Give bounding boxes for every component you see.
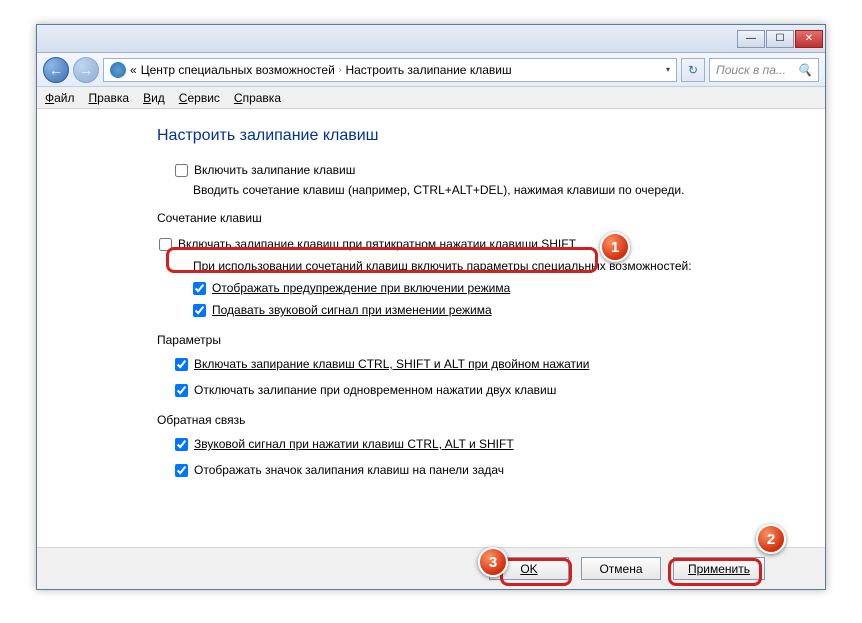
shift5-row: Включать залипание клавиш при пятикратно… xyxy=(157,233,797,255)
ok-label: OK xyxy=(520,562,537,576)
menu-tools[interactable]: Сервис xyxy=(179,91,220,105)
back-icon: ← xyxy=(49,62,63,78)
menubar: Файл Правка Вид Сервис Справка xyxy=(37,87,825,109)
section-feedback: Обратная связь xyxy=(157,413,797,427)
bc-current[interactable]: Настроить залипание клавиш xyxy=(345,63,511,77)
shortcut-hint: При использовании сочетаний клавиш включ… xyxy=(157,259,797,273)
refresh-button[interactable]: ↻ xyxy=(681,58,705,82)
sound-row: Подавать звуковой сигнал при изменении р… xyxy=(157,301,797,319)
chevron-down-icon[interactable]: ▾ xyxy=(666,65,670,74)
shift5-checkbox[interactable] xyxy=(159,238,172,251)
sound-label[interactable]: Подавать звуковой сигнал при изменении р… xyxy=(212,303,492,317)
warn-row: Отображать предупреждение при включении … xyxy=(157,279,797,297)
menu-help[interactable]: Справка xyxy=(234,91,281,105)
search-placeholder: Поиск в па... xyxy=(716,63,786,77)
tray-row: Отображать значок залипания клавиш на па… xyxy=(157,461,797,479)
minimize-icon: — xyxy=(746,33,756,44)
close-button[interactable]: ✕ xyxy=(795,30,823,48)
refresh-icon: ↻ xyxy=(688,63,698,77)
forward-button[interactable]: → xyxy=(73,57,99,83)
apply-button[interactable]: Применить xyxy=(673,557,765,580)
enable-sticky-checkbox[interactable] xyxy=(175,164,188,177)
maximize-button[interactable]: ☐ xyxy=(766,30,794,48)
beep-label[interactable]: Звуковой сигнал при нажатии клавиш CTRL,… xyxy=(194,437,514,451)
apply-label: Применить xyxy=(688,562,750,576)
shift5-label[interactable]: Включать залипание клавиш при пятикратно… xyxy=(178,237,576,251)
warn-checkbox[interactable] xyxy=(193,282,206,295)
tray-label[interactable]: Отображать значок залипания клавиш на па… xyxy=(194,463,504,477)
lock-checkbox[interactable] xyxy=(175,358,188,371)
beep-row: Звуковой сигнал при нажатии клавиш CTRL,… xyxy=(157,435,797,453)
content-area: Настроить залипание клавиш Включить зали… xyxy=(37,109,797,479)
disable2-row: Отключать залипание при одновременном на… xyxy=(157,381,797,399)
section-params: Параметры xyxy=(157,333,797,347)
section-shortcut: Сочетание клавиш xyxy=(157,211,797,225)
beep-checkbox[interactable] xyxy=(175,438,188,451)
disable2-checkbox[interactable] xyxy=(175,384,188,397)
bc-parent[interactable]: Центр специальных возможностей xyxy=(141,63,335,77)
back-button[interactable]: ← xyxy=(43,57,69,83)
cancel-button[interactable]: Отмена xyxy=(581,557,661,580)
navbar: ← → « Центр специальных возможностей › Н… xyxy=(37,53,825,87)
disable2-label[interactable]: Отключать залипание при одновременном на… xyxy=(194,383,556,397)
chevron-right-icon: › xyxy=(339,65,342,74)
cancel-label: Отмена xyxy=(599,562,642,576)
close-icon: ✕ xyxy=(805,33,813,44)
control-panel-window: — ☐ ✕ ← → « Центр специальных возможност… xyxy=(36,24,826,590)
search-input[interactable]: Поиск в па... 🔍 xyxy=(709,58,819,82)
breadcrumb[interactable]: « Центр специальных возможностей › Настр… xyxy=(103,58,677,82)
lock-row: Включать запирание клавиш CTRL, SHIFT и … xyxy=(157,355,797,373)
tray-checkbox[interactable] xyxy=(175,464,188,477)
enable-sticky-label[interactable]: Включить залипание клавиш xyxy=(194,163,355,177)
control-panel-icon xyxy=(110,62,126,78)
page-title: Настроить залипание клавиш xyxy=(157,127,797,145)
menu-file[interactable]: Файл xyxy=(45,91,75,105)
lock-label[interactable]: Включать запирание клавиш CTRL, SHIFT и … xyxy=(194,357,589,371)
minimize-button[interactable]: — xyxy=(737,30,765,48)
enable-hint: Вводить сочетание клавиш (например, CTRL… xyxy=(157,183,797,197)
enable-sticky-row: Включить залипание клавиш xyxy=(157,161,797,179)
button-bar: OK Отмена Применить xyxy=(37,547,825,589)
ok-button[interactable]: OK xyxy=(489,557,569,580)
menu-view[interactable]: Вид xyxy=(143,91,165,105)
warn-label[interactable]: Отображать предупреждение при включении … xyxy=(212,281,510,295)
titlebar: — ☐ ✕ xyxy=(37,25,825,53)
maximize-icon: ☐ xyxy=(776,33,785,44)
sound-checkbox[interactable] xyxy=(193,304,206,317)
bc-prefix: « xyxy=(130,63,137,77)
search-icon: 🔍 xyxy=(797,63,812,77)
forward-icon: → xyxy=(79,62,93,78)
menu-edit[interactable]: Правка xyxy=(89,91,130,105)
